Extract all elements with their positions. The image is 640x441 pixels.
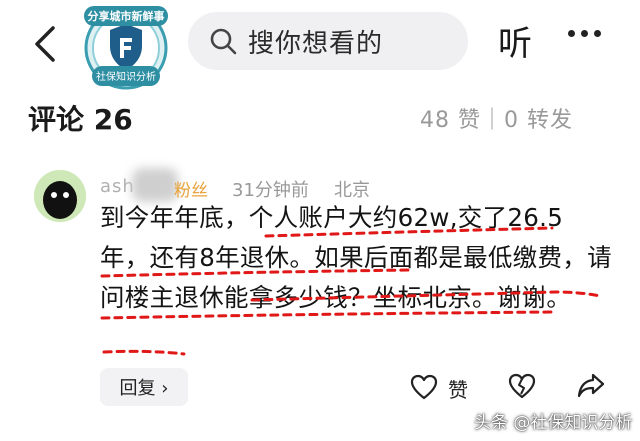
comments-title: 评论 26	[28, 103, 133, 136]
back-button[interactable]	[24, 20, 64, 68]
chevron-left-icon	[35, 26, 55, 62]
logo-top-text: 分享城市新鲜事	[87, 10, 165, 23]
heart-icon[interactable]	[410, 374, 438, 400]
search-icon	[210, 28, 237, 55]
like-label[interactable]: 赞	[448, 374, 468, 403]
search-placeholder: 搜你想看的	[248, 28, 384, 59]
comment-text: 到今年年底，个人账户大约62w,交了26.5年，还有8年退休。如果后面都是最低缴…	[100, 203, 612, 312]
account-logo[interactable]: 分享城市新鲜事 社保知识分析	[76, 2, 176, 98]
watermark: 头条 @社保知识分析	[474, 413, 633, 433]
listen-button[interactable]: 听	[498, 16, 532, 65]
comment-username[interactable]: ash	[100, 176, 135, 197]
more-dot-icon	[568, 30, 575, 37]
username-blur	[132, 168, 178, 202]
more-options-button[interactable]	[568, 30, 601, 37]
reply-button[interactable]: 回复 ›	[100, 368, 188, 406]
post-stats[interactable]: 48 赞｜0 转发	[420, 102, 573, 134]
more-dot-icon	[594, 30, 601, 37]
search-box[interactable]: 搜你想看的	[188, 12, 468, 70]
broken-heart-icon[interactable]	[508, 372, 536, 400]
logo-bottom-text: 社保知识分析	[96, 72, 156, 83]
more-dot-icon	[581, 30, 588, 37]
share-icon[interactable]	[576, 370, 606, 400]
avatar-icon	[34, 170, 86, 222]
avatar[interactable]	[34, 170, 86, 222]
